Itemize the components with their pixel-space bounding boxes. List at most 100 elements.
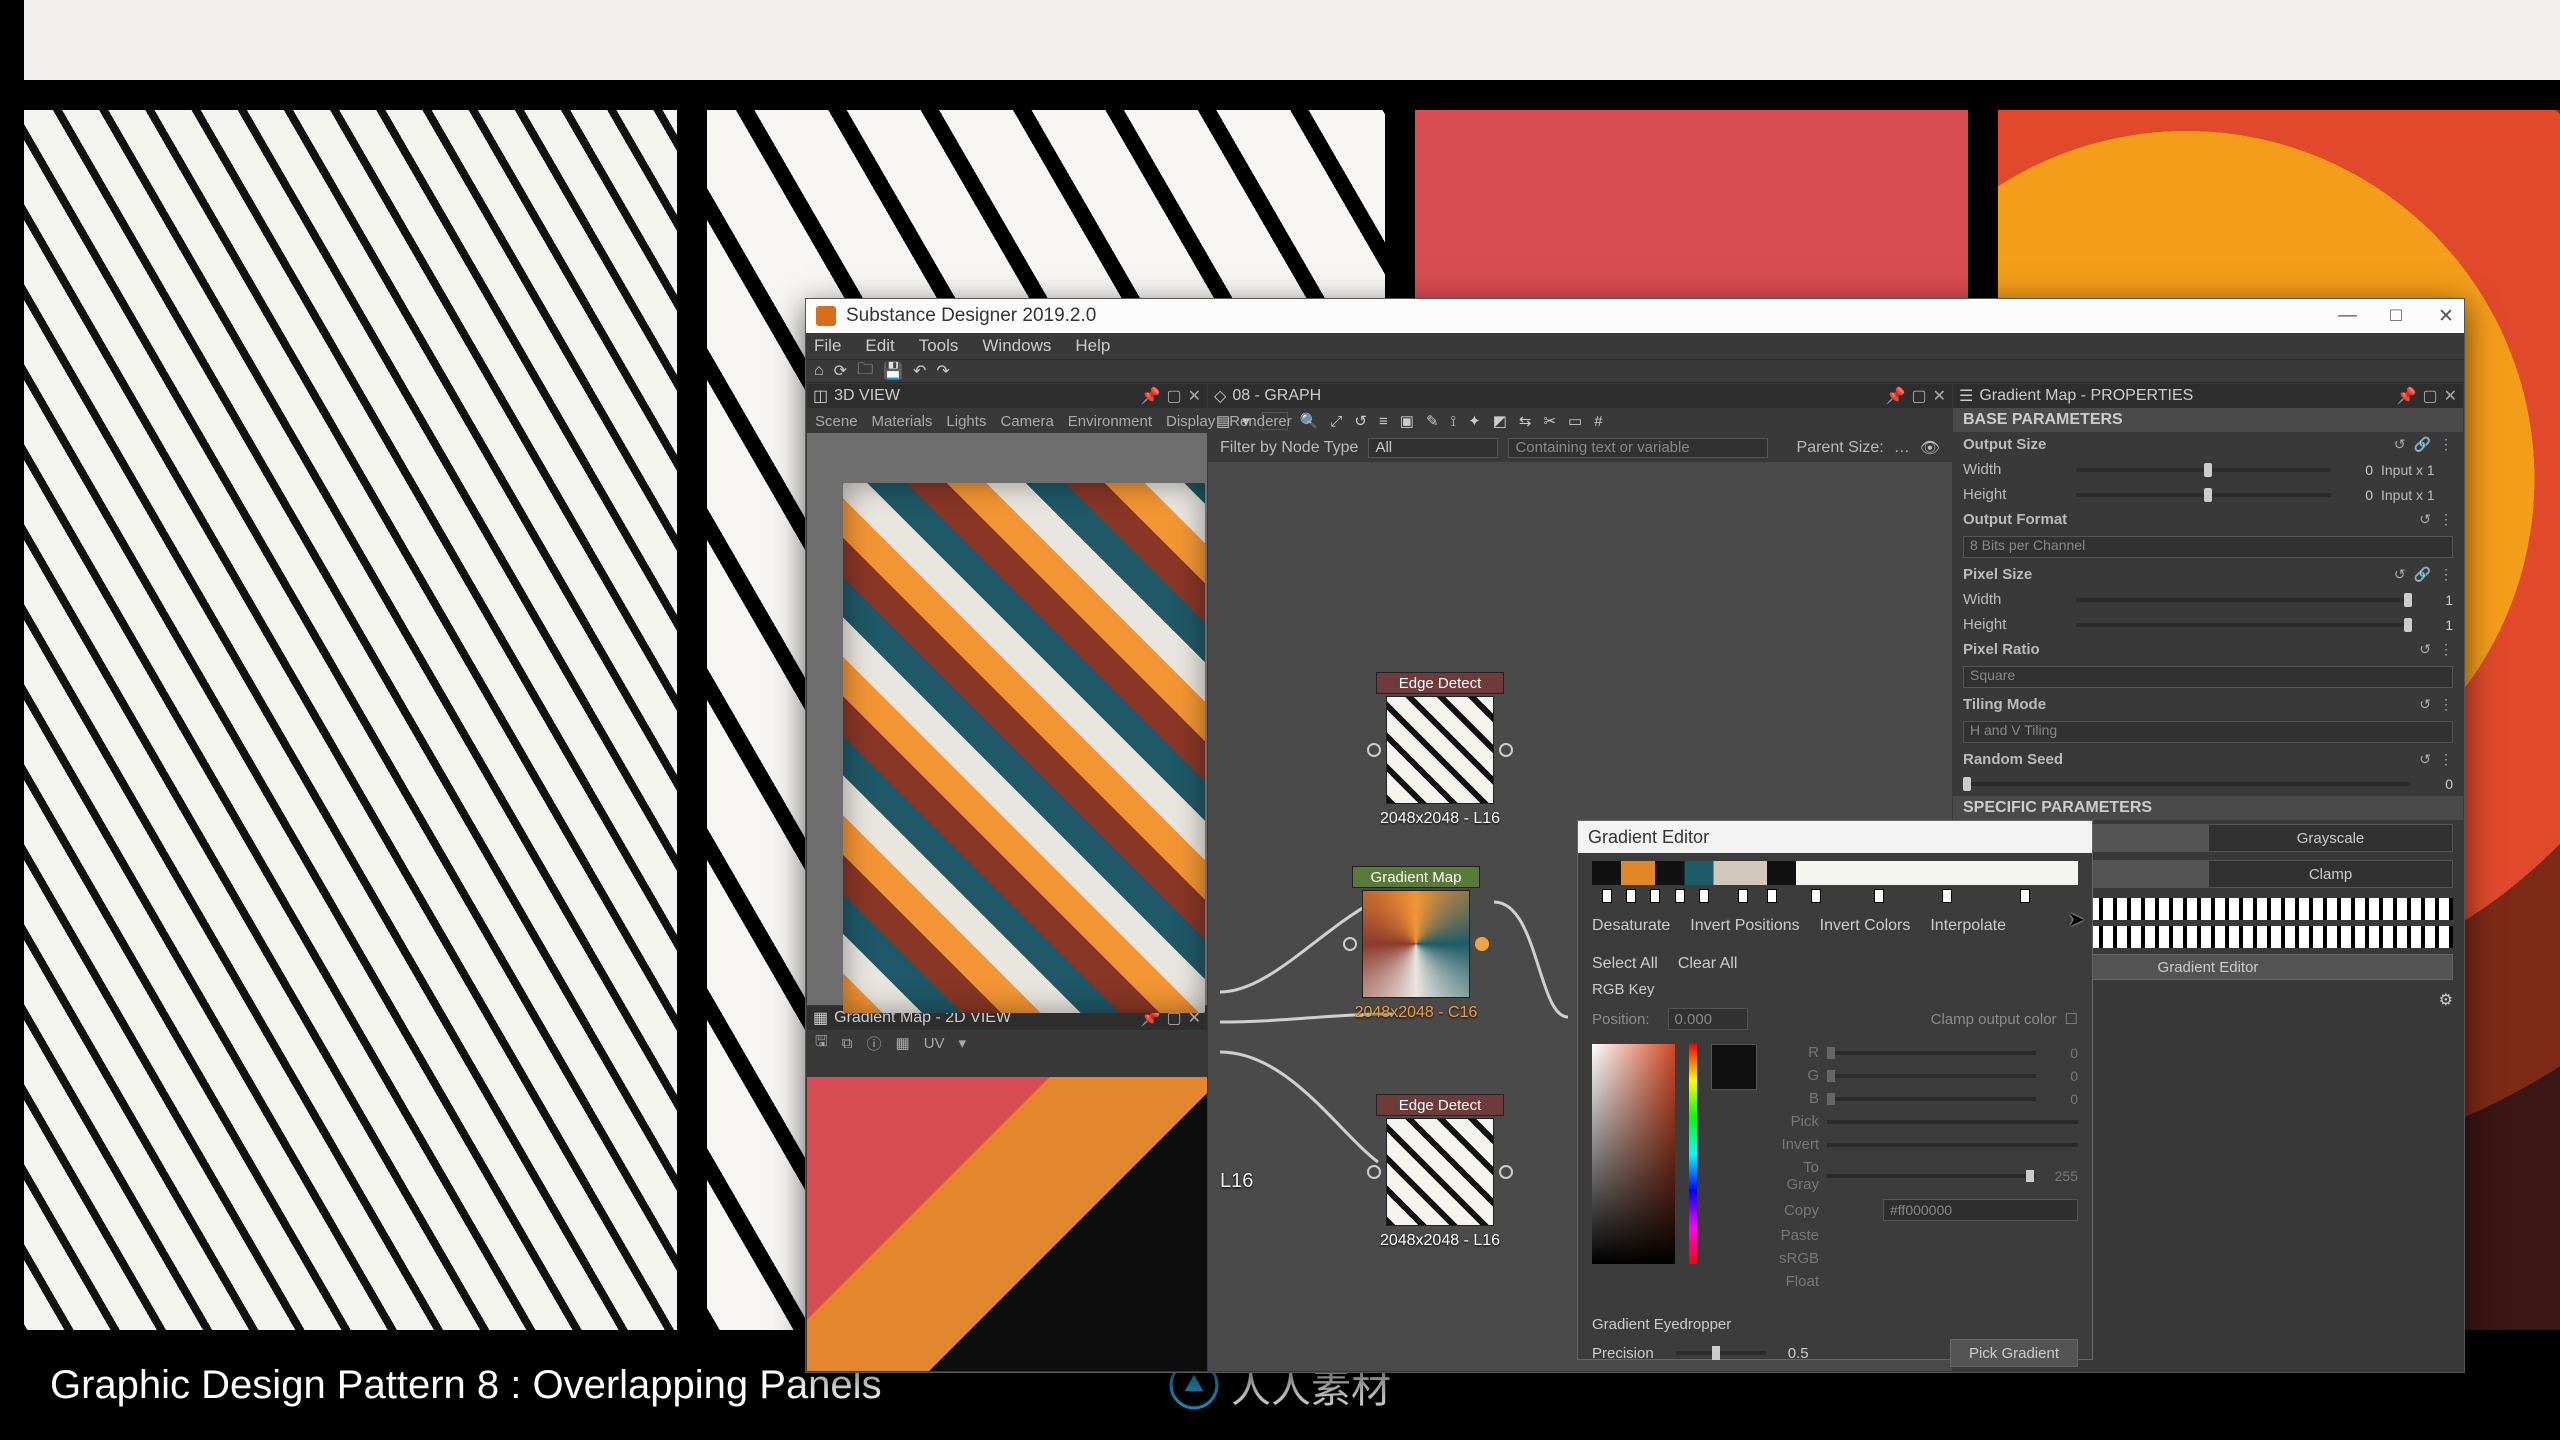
- gradient-actions[interactable]: Desaturate Invert Positions Invert Color…: [1578, 913, 2092, 977]
- action-desaturate[interactable]: Desaturate: [1592, 917, 1670, 935]
- tiling-mode-select[interactable]: H and V Tiling: [1963, 721, 2453, 743]
- fit-icon[interactable]: ⤢: [1330, 413, 1342, 430]
- action-select-all[interactable]: Select All: [1592, 955, 1658, 973]
- menu-icon[interactable]: ⋮: [2439, 696, 2453, 713]
- node-menu-icon[interactable]: ▤: [1216, 412, 1230, 430]
- hash-icon[interactable]: #: [1594, 413, 1602, 430]
- graph-toolbar[interactable]: ▤ ▾ 🔍 ⤢ ↺ ≡ ▣ ✎ ⟟ ✦ ◩ ⇆ ✂ ▭ #: [1208, 408, 1952, 434]
- action-interpolate[interactable]: Interpolate: [1930, 917, 2006, 935]
- output-format-select[interactable]: 8 Bits per Channel: [1963, 536, 2453, 558]
- menu-icon[interactable]: ⋮: [2439, 436, 2453, 453]
- view3d-materials[interactable]: Materials: [872, 413, 933, 430]
- menu-file[interactable]: File: [814, 336, 841, 356]
- window-maximize-button[interactable]: □: [2388, 305, 2404, 328]
- menu-tools[interactable]: Tools: [919, 336, 959, 356]
- view3d-subtoolbar[interactable]: Scene Materials Lights Camera Environmen…: [807, 409, 1207, 433]
- view3d-env[interactable]: Environment: [1068, 413, 1152, 430]
- a-slider[interactable]: [1827, 1174, 2036, 1178]
- globe-icon[interactable]: ⟳: [834, 361, 847, 381]
- home-icon[interactable]: ⌂: [814, 362, 824, 380]
- menu-icon[interactable]: ⋮: [2439, 511, 2453, 528]
- options-icon[interactable]: ⚙: [2439, 990, 2453, 1010]
- window-close-button[interactable]: ✕: [2438, 305, 2454, 328]
- close-icon[interactable]: ✕: [1933, 386, 1946, 406]
- menu-windows[interactable]: Windows: [982, 336, 1051, 356]
- gradient-editor-titlebar[interactable]: Gradient Editor: [1578, 821, 2092, 853]
- view3d-renderer[interactable]: Renderer: [1229, 413, 1292, 430]
- popout-icon[interactable]: ▢: [1911, 386, 1926, 406]
- gradient-preview[interactable]: [1592, 861, 2078, 885]
- current-color-swatch[interactable]: [1711, 1044, 1757, 1090]
- titlebar[interactable]: Substance Designer 2019.2.0 — □ ✕: [806, 299, 2464, 333]
- pick-label[interactable]: Pick: [1771, 1113, 1819, 1130]
- popout-icon[interactable]: ▢: [2422, 386, 2437, 406]
- view3d-camera[interactable]: Camera: [1000, 413, 1053, 430]
- togray-label[interactable]: To Gray: [1771, 1159, 1819, 1193]
- frame-icon[interactable]: ▭: [1568, 412, 1582, 430]
- menu-edit[interactable]: Edit: [865, 336, 894, 356]
- link-icon[interactable]: 🔗: [2414, 436, 2431, 453]
- view3d-lights[interactable]: Lights: [946, 413, 986, 430]
- reset-icon[interactable]: ↺: [2419, 511, 2431, 528]
- float-label[interactable]: Float: [1771, 1273, 1819, 1290]
- color-icon[interactable]: ▣: [1400, 412, 1414, 430]
- copy-label[interactable]: Copy: [1771, 1202, 1819, 1219]
- specific-parameters-section[interactable]: SPECIFIC PARAMETERS: [1953, 796, 2463, 820]
- view3d-header[interactable]: ◫ 3D VIEW 📌 ▢ ✕: [807, 384, 1207, 408]
- node-edge-detect-1[interactable]: Edge Detect 2048x2048 - L16: [1376, 672, 1504, 828]
- graph-header[interactable]: ◇ 08 - GRAPH 📌 ▢ ✕: [1208, 384, 1952, 408]
- menu-icon[interactable]: ⋮: [2439, 641, 2453, 658]
- undo-icon[interactable]: ↶: [913, 361, 926, 381]
- r-slider[interactable]: [1827, 1051, 2036, 1055]
- px-height-slider[interactable]: [2076, 623, 2411, 627]
- wand-icon[interactable]: ✦: [1468, 412, 1481, 430]
- seed-slider[interactable]: [1963, 782, 2411, 786]
- invert-label[interactable]: Invert: [1771, 1136, 1819, 1153]
- node-gradient-map[interactable]: Gradient Map 2048x2048 - C16: [1352, 866, 1480, 1022]
- graph-filter-bar[interactable]: Filter by Node Type All Containing text …: [1208, 434, 1952, 462]
- pin-icon[interactable]: ⟟: [1451, 413, 1457, 430]
- view3d-scene[interactable]: Scene: [815, 413, 858, 430]
- menu-icon[interactable]: ⋮: [2439, 566, 2453, 583]
- filter-text-input[interactable]: Containing text or variable: [1508, 438, 1768, 458]
- uv-label[interactable]: UV: [924, 1035, 945, 1052]
- pin-icon[interactable]: 📌: [1141, 386, 1161, 406]
- open-icon[interactable]: 🗀: [857, 358, 873, 385]
- redo-icon[interactable]: ↷: [936, 361, 949, 381]
- gradient-editor-dialog[interactable]: Gradient Editor Desaturate Invert Positi…: [1577, 820, 2093, 1360]
- reset-icon[interactable]: ↺: [2394, 436, 2406, 453]
- reset-icon[interactable]: ↺: [2394, 566, 2406, 583]
- height-slider[interactable]: [2076, 493, 2331, 497]
- position-spinner[interactable]: 0.000: [1668, 1008, 1748, 1030]
- color-field[interactable]: [1592, 1044, 1675, 1264]
- cut-icon[interactable]: ✂: [1543, 412, 1556, 430]
- popout-icon[interactable]: ▢: [1166, 386, 1181, 406]
- reset-icon[interactable]: ↺: [2419, 696, 2431, 713]
- pixel-ratio-select[interactable]: Square: [1963, 666, 2453, 688]
- view2d-subtoolbar[interactable]: 🖫 ⧉ ⓘ ▦ UV ▾: [807, 1031, 1207, 1055]
- parent-size-value[interactable]: …: [1894, 439, 1910, 457]
- view3d-preview[interactable]: [843, 483, 1205, 1013]
- link-icon[interactable]: ⇆: [1519, 412, 1532, 430]
- node-edge-detect-2[interactable]: Edge Detect 2048x2048 - L16: [1376, 1094, 1504, 1250]
- filter-type-select[interactable]: All: [1368, 438, 1498, 458]
- save-icon[interactable]: 🖫: [815, 1031, 828, 1056]
- view3d-display[interactable]: Display: [1166, 413, 1215, 430]
- hex-input[interactable]: [1883, 1199, 2078, 1221]
- action-invert-pos[interactable]: Invert Positions: [1690, 917, 1799, 935]
- width-slider[interactable]: [2076, 468, 2331, 472]
- comment-icon[interactable]: ✎: [1426, 412, 1439, 430]
- view3d-panel[interactable]: Scene Materials Lights Camera Environmen…: [807, 409, 1207, 1005]
- gradient-stops[interactable]: [1592, 889, 2078, 903]
- view2d-preview[interactable]: [807, 1077, 1207, 1371]
- clamp-checkbox[interactable]: ☐: [2065, 1010, 2078, 1028]
- chevron-down-icon[interactable]: ▾: [959, 1034, 967, 1052]
- info-icon[interactable]: ⓘ: [867, 1033, 882, 1054]
- action-clear-all[interactable]: Clear All: [1678, 955, 1738, 973]
- save-icon[interactable]: 💾: [883, 361, 903, 381]
- precision-slider[interactable]: [1676, 1351, 1766, 1355]
- search-icon[interactable]: 🔍: [1300, 412, 1319, 430]
- action-invert-colors[interactable]: Invert Colors: [1820, 917, 1911, 935]
- grid-icon[interactable]: ▦: [896, 1034, 910, 1052]
- b-slider[interactable]: [1827, 1097, 2036, 1101]
